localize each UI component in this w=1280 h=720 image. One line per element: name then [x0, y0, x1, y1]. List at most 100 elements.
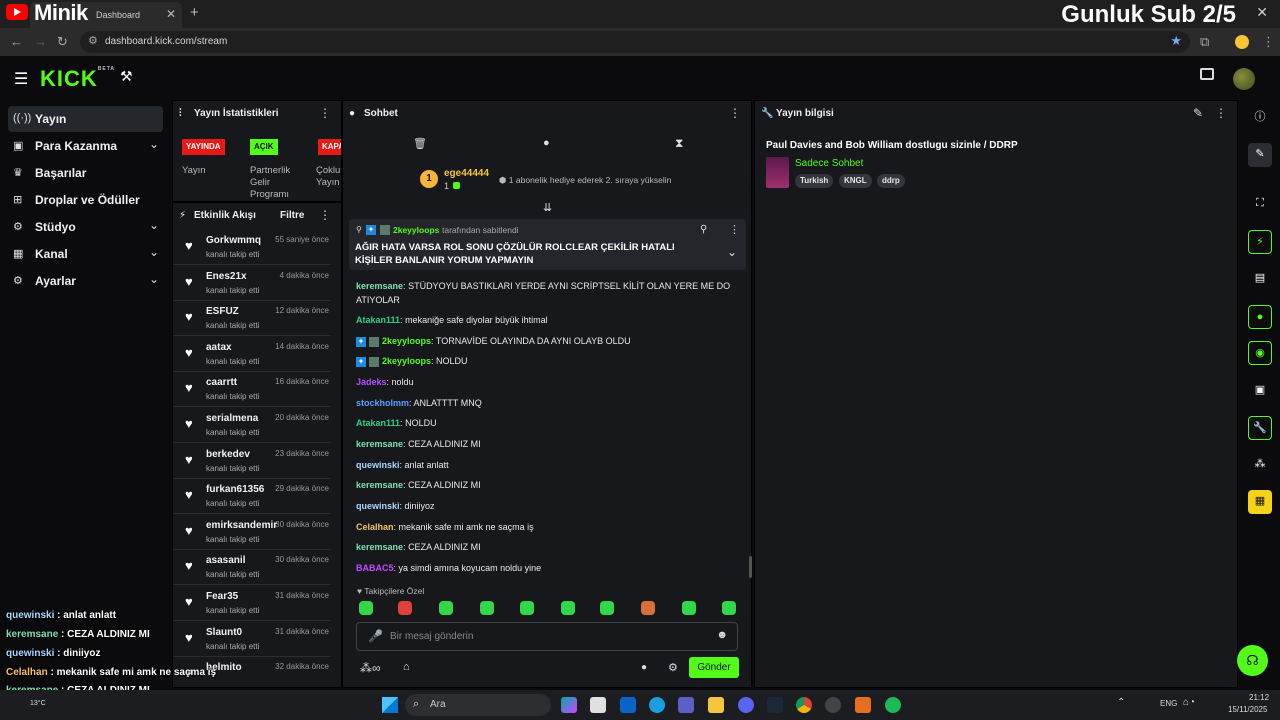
sidebar-item-studyo[interactable]: ⚙ Stüdyo ⌄: [8, 214, 163, 240]
steam-icon[interactable]: [767, 697, 783, 713]
feed-user[interactable]: Enes21x: [206, 271, 247, 282]
sidebar-item-ayarlar[interactable]: ⚙ Ayarlar ⌄: [8, 268, 163, 294]
windows-start-icon[interactable]: [382, 697, 398, 713]
emoji-icon[interactable]: ☻: [716, 629, 728, 641]
app-icon[interactable]: [855, 697, 871, 713]
chrome-icon[interactable]: [796, 697, 812, 713]
file-explorer-icon[interactable]: [590, 697, 606, 713]
list-item[interactable]: ♥ ESFUZ kanalı takip etti 12 dakika önce: [173, 301, 331, 337]
status-badge-multistream[interactable]: KAPA: [318, 139, 341, 155]
clock-time[interactable]: 21:12: [1249, 693, 1269, 702]
sidebar-item-basarilar[interactable]: ♛ Başarılar: [8, 160, 163, 186]
chat-username[interactable]: 2keyyloops: [382, 336, 431, 346]
list-item[interactable]: ♥ Fear35 kanalı takip etti 31 dakika önce: [173, 586, 331, 621]
emote-icon[interactable]: [439, 601, 453, 615]
list-item[interactable]: ♥ asasanil kanalı takip etti 30 dakika önce: [173, 550, 331, 586]
more-icon[interactable]: ⋮: [729, 223, 740, 236]
chat-message[interactable]: keremsane: CEZA ALDINIZ MI: [356, 478, 736, 492]
chat-username[interactable]: BABAC5: [356, 563, 394, 573]
list-item[interactable]: ♥ aatax kanalı takip etti 14 dakika önce: [173, 337, 331, 372]
chat-username[interactable]: Celalhan: [356, 522, 394, 532]
gift-prompt[interactable]: ⬢ 1 abonelik hediye ederek 2. sıraya yük…: [499, 175, 671, 186]
teams-icon[interactable]: [678, 697, 694, 713]
list-item[interactable]: ♥ Gorkwmmq kanalı takip etti 55 saniye önce: [173, 230, 331, 265]
chat-message[interactable]: keremsane: CEZA ALDINIZ MI: [356, 437, 736, 451]
chat-message[interactable]: stockholmm: ANLATTTT MNQ: [356, 396, 736, 410]
chat-message[interactable]: Atakan111: mekaniğe safe diyolar büyük i…: [356, 313, 736, 327]
chat-username[interactable]: Atakan111: [356, 315, 400, 325]
list-item[interactable]: ♥ Enes21x kanalı takip etti 4 dakika önce: [173, 266, 331, 301]
sidebar-item-kanal[interactable]: ▦ Kanal ⌄: [8, 241, 163, 267]
chat-username[interactable]: quewinski: [356, 460, 400, 470]
back-icon[interactable]: ←: [10, 34, 23, 49]
window-close-icon[interactable]: ✕: [1256, 4, 1268, 21]
points-icon[interactable]: ⁂∞: [360, 661, 381, 675]
outlook-icon[interactable]: [620, 697, 636, 713]
chat-message[interactable]: ✦ 2keyyloops: TORNAVİDE OLAYINDA DA AYNI …: [356, 334, 736, 348]
tools-icon[interactable]: ⚒: [120, 68, 133, 85]
chat-bubble-icon[interactable]: ●: [543, 137, 550, 149]
support-icon[interactable]: ☊: [1237, 645, 1268, 676]
pinned-by-user[interactable]: 2keyyloops: [393, 225, 439, 235]
obs-icon[interactable]: [825, 697, 841, 713]
feed-user[interactable]: ESFUZ: [206, 306, 239, 317]
status-badge-partner[interactable]: AÇIK: [250, 139, 278, 155]
clock-date[interactable]: 15/11/2025: [1228, 705, 1267, 714]
emote-icon[interactable]: [600, 601, 614, 615]
menu-icon[interactable]: ☰: [14, 69, 28, 89]
extensions-icon[interactable]: ⧉: [1200, 34, 1209, 50]
chat-scrollbar[interactable]: [749, 556, 752, 578]
edge-icon[interactable]: [649, 697, 665, 713]
clapperboard-icon[interactable]: ▦: [1248, 490, 1272, 514]
emote-icon[interactable]: [682, 601, 696, 615]
gear-icon[interactable]: ⚙: [668, 661, 678, 674]
stream-tag[interactable]: ddrp: [877, 174, 905, 188]
list-item[interactable]: ♥ furkan61356 kanalı takip etti 29 dakika ö…: [173, 479, 331, 515]
chat-message[interactable]: quewinski: diniiyoz: [356, 499, 736, 513]
chat-message[interactable]: BABAC5: ya simdi amına koyucam noldu yin…: [356, 561, 736, 575]
emote-icon[interactable]: [480, 601, 494, 615]
emote-icon[interactable]: [722, 601, 736, 615]
emote-icon[interactable]: [641, 601, 655, 615]
feed-user[interactable]: Fear35: [206, 591, 238, 602]
list-item[interactable]: ♥ emirksandemir kanalı takip etti 30 dakika…: [173, 515, 331, 550]
wrench-icon[interactable]: 🔧: [1248, 416, 1272, 440]
points-icon[interactable]: ⁂: [1248, 453, 1272, 477]
feed-user[interactable]: serialmena: [206, 413, 258, 424]
feed-user[interactable]: aatax: [206, 342, 232, 353]
site-settings-icon[interactable]: ⚙: [88, 34, 98, 47]
broadcast-icon[interactable]: ◉: [1248, 341, 1272, 365]
language-indicator[interactable]: ENG: [1160, 699, 1177, 708]
chat-username[interactable]: quewinski: [356, 501, 400, 511]
filter-button[interactable]: Filtre: [280, 210, 304, 221]
feed-user[interactable]: berkedev: [206, 449, 250, 460]
chat-username[interactable]: keremsane: [356, 281, 403, 291]
profile-icon[interactable]: [1235, 35, 1249, 49]
taskbar-search[interactable]: ⌕ Ara: [405, 694, 551, 716]
new-tab-icon[interactable]: +: [190, 4, 199, 21]
trash-icon[interactable]: 🗑: [413, 137, 427, 150]
kick-logo[interactable]: KICKBETA: [40, 66, 115, 92]
emote-icon[interactable]: [359, 601, 373, 615]
chat-message[interactable]: Atakan111: NOLDU: [356, 416, 736, 430]
emote-icon[interactable]: [520, 601, 534, 615]
gift-user[interactable]: ege44444: [444, 168, 489, 179]
sidebar-item-yayin[interactable]: ((·)) Yayın: [8, 106, 163, 132]
chat-username[interactable]: stockholmm: [356, 398, 409, 408]
avatar[interactable]: [1233, 68, 1255, 90]
chat-message[interactable]: keremsane: STÜDYOYU BASTIKLARI YERDE AYN…: [356, 279, 736, 307]
browser-menu-icon[interactable]: ⋮: [1262, 34, 1275, 50]
edit-pencil-icon[interactable]: ✎: [1193, 106, 1203, 120]
more-icon[interactable]: ⋮: [729, 106, 741, 120]
chat-message[interactable]: keremsane: CEZA ALDINIZ MI: [356, 540, 736, 554]
info-icon[interactable]: ⓘ: [1248, 106, 1272, 130]
more-icon[interactable]: ⋮: [1215, 106, 1227, 120]
feed-user[interactable]: Slaunt0: [206, 627, 242, 638]
scroll-down-icon[interactable]: ⇊: [543, 201, 552, 214]
spotify-icon[interactable]: [885, 697, 901, 713]
unpin-icon[interactable]: ⚲: [700, 224, 707, 235]
stream-tag[interactable]: KNGL: [839, 174, 872, 188]
chat-username[interactable]: 2keyyloops: [382, 356, 431, 366]
chat-username[interactable]: keremsane: [356, 439, 403, 449]
chat-message[interactable]: Jadeks: noldu: [356, 375, 736, 389]
